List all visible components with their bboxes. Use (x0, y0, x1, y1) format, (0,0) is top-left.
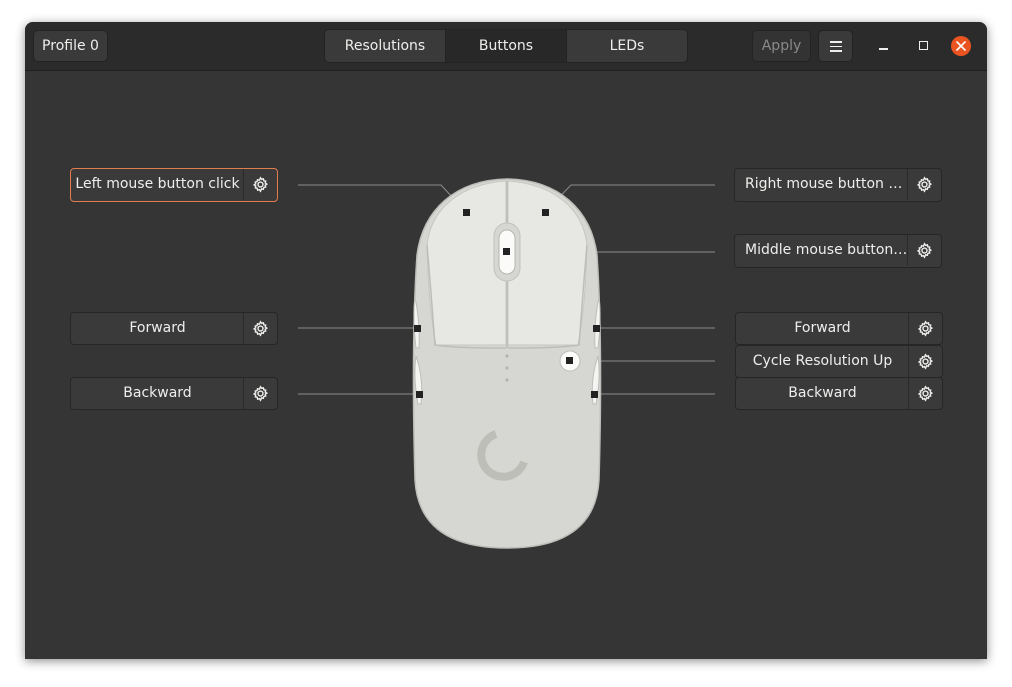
right-forward-action-button[interactable]: Forward (735, 312, 943, 345)
cycle-resolution-action-label: Cycle Resolution Up (752, 353, 893, 369)
right-click-action-label: Right mouse button c… (745, 176, 908, 192)
right-backward-settings-button[interactable] (908, 378, 942, 409)
middle-click-action-button[interactable]: Middle mouse button… (734, 234, 942, 268)
tab-leds[interactable]: LEDs (566, 30, 687, 62)
right-click-action-button[interactable]: Right mouse button c… (734, 168, 942, 202)
tab-buttons[interactable]: Buttons (445, 30, 566, 62)
left-forward-action-label: Forward (129, 320, 186, 336)
menu-button[interactable] (818, 30, 853, 62)
profile-selector-button[interactable]: Profile 0 (33, 30, 108, 62)
buttons-page: Left mouse button click Forward Backward… (25, 70, 987, 659)
gear-icon (252, 385, 269, 402)
right-click-settings-button[interactable] (907, 169, 941, 200)
hamburger-menu-icon (830, 41, 842, 52)
left-backward-action-button[interactable]: Backward (70, 377, 278, 410)
header-bar: Profile 0 Resolutions Buttons LEDs Apply (25, 22, 987, 71)
tab-resolutions[interactable]: Resolutions (325, 30, 445, 62)
left-click-action-button[interactable]: Left mouse button click (70, 168, 278, 202)
gear-icon (252, 176, 269, 193)
middle-click-action-label: Middle mouse button… (745, 242, 908, 258)
right-backward-action-label: Backward (788, 385, 857, 401)
left-forward-action-button[interactable]: Forward (70, 312, 278, 345)
minimize-icon (879, 48, 888, 50)
left-backward-settings-button[interactable] (243, 378, 277, 409)
gear-icon (917, 320, 934, 337)
left-forward-settings-button[interactable] (243, 313, 277, 344)
gear-icon (916, 176, 933, 193)
maximize-icon (919, 41, 928, 50)
maximize-button[interactable] (911, 34, 935, 58)
cycle-resolution-action-button[interactable]: Cycle Resolution Up (735, 345, 943, 378)
close-button[interactable] (951, 36, 971, 56)
left-backward-action-label: Backward (123, 385, 192, 401)
right-forward-action-label: Forward (794, 320, 851, 336)
app-window: Profile 0 Resolutions Buttons LEDs Apply (25, 22, 987, 659)
close-icon (956, 41, 966, 51)
gear-icon (917, 385, 934, 402)
left-click-settings-button[interactable] (243, 169, 277, 200)
cycle-resolution-settings-button[interactable] (908, 346, 942, 377)
minimize-button[interactable] (871, 34, 895, 58)
left-click-action-label: Left mouse button click (75, 176, 240, 192)
middle-click-settings-button[interactable] (907, 235, 941, 266)
gear-icon (916, 242, 933, 259)
gear-icon (917, 353, 934, 370)
gear-icon (252, 320, 269, 337)
right-backward-action-button[interactable]: Backward (735, 377, 943, 410)
view-switcher: Resolutions Buttons LEDs (324, 29, 688, 63)
apply-button[interactable]: Apply (752, 30, 811, 62)
right-forward-settings-button[interactable] (908, 313, 942, 344)
